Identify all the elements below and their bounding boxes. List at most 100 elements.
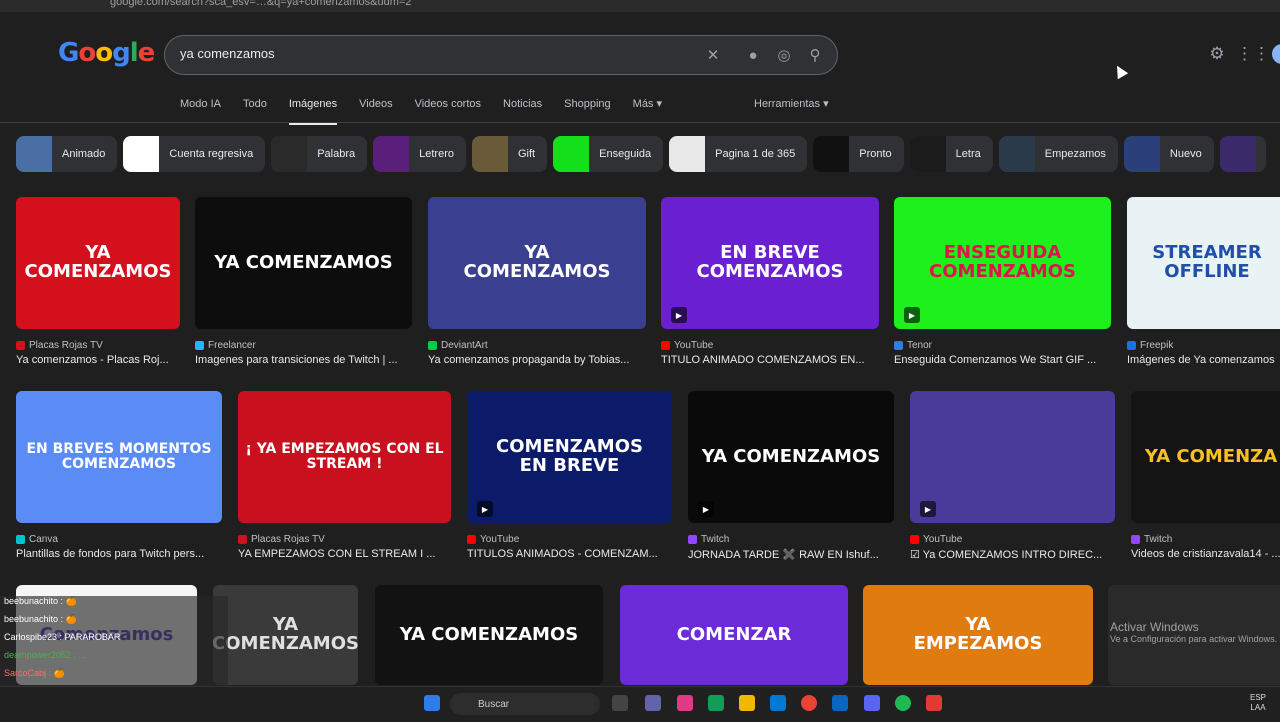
thumbnail-text: COMENZAR xyxy=(676,623,792,645)
result-thumbnail[interactable]: STREAMER OFFLINE xyxy=(1127,197,1280,329)
logo-letter: e xyxy=(137,38,156,68)
thumbnail-text: YA COMENZAMOS xyxy=(463,242,611,282)
result-source[interactable]: Freepik xyxy=(1127,340,1173,351)
chip-letrero[interactable]: Letrero xyxy=(373,136,466,172)
tab-videos-cortos[interactable]: Videos cortos xyxy=(415,97,481,125)
chat-message: SarcoCabj : 🍊 xyxy=(4,668,65,678)
chip-gift[interactable]: Gift xyxy=(471,136,548,172)
chip-pronto[interactable]: Pronto xyxy=(813,136,904,172)
result-title[interactable]: Imágenes de Ya comenzamos xyxy=(1127,354,1280,366)
result-title[interactable]: Imagenes para transiciones de Twitch | .… xyxy=(195,354,424,366)
result-thumbnail[interactable]: ▶ xyxy=(910,391,1115,523)
result-source[interactable]: Freelancer xyxy=(195,340,256,351)
result-source[interactable]: Placas Rojas TV xyxy=(16,340,103,351)
result-thumbnail[interactable]: YA COMENZAMOS xyxy=(195,197,412,329)
obs-icon[interactable] xyxy=(926,695,942,711)
result-thumbnail[interactable]: YA COMENZAMOS xyxy=(428,197,646,329)
url-text[interactable]: google.com/search?sca_esv=…&q=ya+comenza… xyxy=(110,0,411,8)
result-title[interactable]: Plantillas de fondos para Twitch pers... xyxy=(16,548,234,560)
search-icon[interactable]: ⚲ xyxy=(805,45,825,65)
chip-cuenta-regresiva[interactable]: Cuenta regresiva xyxy=(123,136,266,172)
apps-grid-icon[interactable]: ⋮⋮ xyxy=(1236,44,1270,64)
settings-gear-icon[interactable]: ⚙ xyxy=(1207,44,1227,64)
microphone-icon[interactable]: ● xyxy=(743,45,763,65)
store-icon[interactable] xyxy=(770,695,786,711)
divider xyxy=(0,122,1280,123)
tab-mas[interactable]: Más ▾ xyxy=(633,97,662,125)
result-title[interactable]: ☑ Ya COMENZAMOS INTRO DIREC... xyxy=(910,548,1127,561)
result-thumbnail[interactable]: COMENZAMOS EN BREVE ▶ xyxy=(467,391,672,523)
result-source[interactable]: Twitch xyxy=(688,534,729,545)
result-source[interactable]: YouTube xyxy=(467,534,519,545)
result-source[interactable]: DeviantArt xyxy=(428,340,488,351)
result-thumbnail[interactable]: ENSEGUIDA COMENZAMOS ▶ xyxy=(894,197,1111,329)
edge-icon[interactable] xyxy=(708,695,724,711)
result-thumbnail[interactable]: YA EMPEZAMOS xyxy=(863,585,1093,685)
result-title[interactable]: JORNADA TARDE ✖️ RAW EN Ishuf... xyxy=(688,548,906,561)
result-source[interactable]: YouTube xyxy=(661,340,713,351)
chrome-icon[interactable] xyxy=(801,695,817,711)
result-source[interactable]: Tenor xyxy=(894,340,932,351)
chip-thumbnail xyxy=(471,136,508,172)
chip-pagina-1-de-365[interactable]: Pagina 1 de 365 xyxy=(669,136,808,172)
chip-enseguida[interactable]: Enseguida xyxy=(553,136,664,172)
system-tray[interactable]: ESP LAA xyxy=(1250,693,1266,713)
result-thumbnail[interactable]: YA COMENZA xyxy=(1131,391,1280,523)
result-thumbnail[interactable]: COMENZAR xyxy=(620,585,848,685)
tab-imagenes[interactable]: Imágenes xyxy=(288,97,338,125)
result-title[interactable]: YA EMPEZAMOS CON EL STREAM I ... xyxy=(238,548,463,560)
result-thumbnail[interactable]: YA COMENZAMOS xyxy=(16,197,180,329)
file-explorer-icon[interactable] xyxy=(739,695,755,711)
logo-letter: g xyxy=(112,38,131,68)
result-source[interactable]: Placas Rojas TV xyxy=(238,534,325,545)
clear-icon[interactable]: ✕ xyxy=(703,45,723,65)
tab-shopping[interactable]: Shopping xyxy=(564,97,611,125)
copilot-icon[interactable] xyxy=(677,695,693,711)
result-source[interactable]: Canva xyxy=(16,534,58,545)
source-name: Twitch xyxy=(701,534,730,545)
thumbnail-text: YA COMENZAMOS xyxy=(214,251,393,273)
outlook-icon[interactable] xyxy=(832,695,848,711)
result-title[interactable]: Ya comenzamos propaganda by Tobias... xyxy=(428,354,658,366)
result-title[interactable]: TITULO ANIMADO COMENZAMOS EN... xyxy=(661,354,891,366)
result-source[interactable]: YouTube xyxy=(910,534,962,545)
result-thumbnail[interactable]: EN BREVES MOMENTOS COMENZAMOS xyxy=(16,391,222,523)
chip-label: Animado xyxy=(62,148,106,160)
chat-message: beebunachito : 🍊 xyxy=(4,614,77,624)
tab-modo-ia[interactable]: Modo IA xyxy=(180,97,221,125)
taskbar-search[interactable]: Buscar xyxy=(450,693,600,715)
chip-nuevo[interactable]: Nuevo xyxy=(1123,136,1214,172)
result-thumbnail[interactable]: YA COMENZAMOS xyxy=(213,585,358,685)
google-logo[interactable]: Google xyxy=(58,38,156,68)
task-view-icon[interactable] xyxy=(612,695,628,711)
chip-more[interactable] xyxy=(1219,136,1266,172)
tab-noticias[interactable]: Noticias xyxy=(503,97,542,125)
result-title[interactable]: Ya comenzamos - Placas Roj... xyxy=(16,354,192,366)
discord-icon[interactable] xyxy=(864,695,880,711)
chip-palabra[interactable]: Palabra xyxy=(271,136,368,172)
chip-empezamos[interactable]: Empezamos xyxy=(998,136,1118,172)
spotify-icon[interactable] xyxy=(895,695,911,711)
avatar[interactable] xyxy=(1272,44,1280,64)
tab-videos[interactable]: Videos xyxy=(359,97,392,125)
result-thumbnail[interactable]: YA COMENZAMOS xyxy=(375,585,603,685)
tools-menu[interactable]: Herramientas ▾ xyxy=(754,97,829,110)
chip-letra[interactable]: Letra xyxy=(909,136,993,172)
source-favicon-icon xyxy=(16,341,25,350)
result-source[interactable]: Twitch xyxy=(1131,534,1172,545)
result-title[interactable]: Videos de cristianzavala14 - ... xyxy=(1131,548,1280,560)
result-thumbnail[interactable]: ¡ YA EMPEZAMOS CON EL STREAM ! xyxy=(238,391,451,523)
result-thumbnail[interactable]: EN BREVE COMENZAMOS ▶ xyxy=(661,197,879,329)
result-title[interactable]: Enseguida Comenzamos We Start GIF ... xyxy=(894,354,1123,366)
start-icon[interactable] xyxy=(424,695,440,711)
chip-animado[interactable]: Animado xyxy=(16,136,118,172)
result-title[interactable]: TITULOS ANIMADOS - COMENZAM... xyxy=(467,548,684,560)
camera-icon[interactable]: ◎ xyxy=(774,45,794,65)
result-thumbnail[interactable]: YA COMENZAMOS ▶ xyxy=(688,391,894,523)
tab-todo[interactable]: Todo xyxy=(243,97,267,125)
chip-label: Gift xyxy=(517,148,536,160)
browser-url-bar[interactable]: google.com/search?sca_esv=…&q=ya+comenza… xyxy=(0,0,1280,12)
teams-icon[interactable] xyxy=(645,695,661,711)
search-input[interactable] xyxy=(180,46,680,61)
logo-letter: l xyxy=(129,38,139,68)
